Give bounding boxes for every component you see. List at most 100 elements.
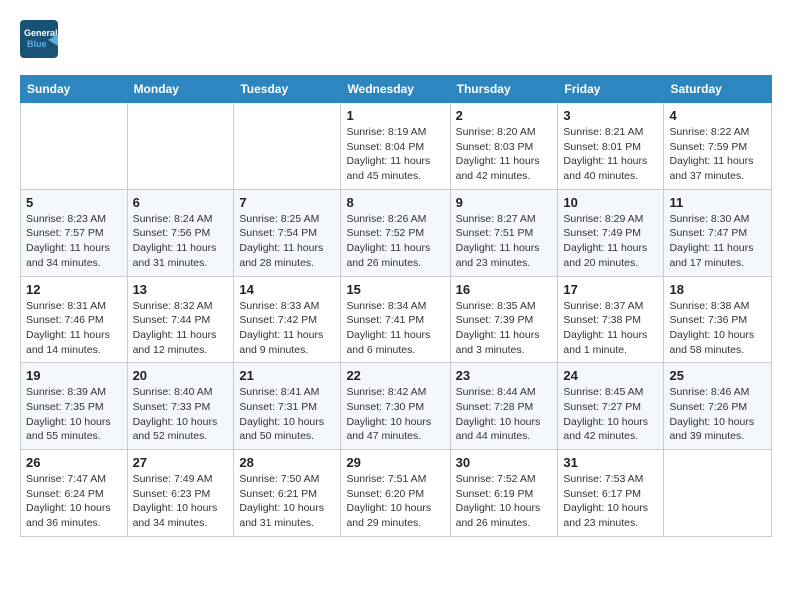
day-info: Sunrise: 8:27 AM Sunset: 7:51 PM Dayligh… bbox=[456, 212, 553, 271]
calendar-cell: 20 Sunrise: 8:40 AM Sunset: 7:33 PM Dayli… bbox=[127, 363, 234, 450]
day-number: 31 bbox=[563, 455, 658, 470]
calendar-cell bbox=[21, 103, 128, 190]
calendar-cell: 9 Sunrise: 8:27 AM Sunset: 7:51 PM Daylig… bbox=[450, 189, 558, 276]
calendar-cell: 12 Sunrise: 8:31 AM Sunset: 7:46 PM Dayli… bbox=[21, 276, 128, 363]
day-info: Sunrise: 7:50 AM Sunset: 6:21 PM Dayligh… bbox=[239, 472, 335, 531]
day-number: 14 bbox=[239, 282, 335, 297]
day-number: 1 bbox=[346, 108, 444, 123]
calendar-cell: 8 Sunrise: 8:26 AM Sunset: 7:52 PM Daylig… bbox=[341, 189, 450, 276]
calendar-cell: 15Sunrise: 8:34 AM Sunset: 7:41 PM Dayli… bbox=[341, 276, 450, 363]
day-info: Sunrise: 8:32 AM Sunset: 7:44 PM Dayligh… bbox=[133, 299, 229, 358]
day-number: 13 bbox=[133, 282, 229, 297]
logo: General Blue bbox=[20, 20, 58, 63]
calendar-cell: 6 Sunrise: 8:24 AM Sunset: 7:56 PM Daylig… bbox=[127, 189, 234, 276]
day-number: 21 bbox=[239, 368, 335, 383]
calendar-cell: 1 Sunrise: 8:19 AM Sunset: 8:04 PM Daylig… bbox=[341, 103, 450, 190]
day-info: Sunrise: 8:35 AM Sunset: 7:39 PM Dayligh… bbox=[456, 299, 553, 358]
calendar-cell: 10 Sunrise: 8:29 AM Sunset: 7:49 PM Dayli… bbox=[558, 189, 664, 276]
day-info: Sunrise: 8:39 AM Sunset: 7:35 PM Dayligh… bbox=[26, 385, 122, 444]
svg-text:General: General bbox=[24, 28, 58, 38]
calendar-cell: 24 Sunrise: 8:45 AM Sunset: 7:27 PM Dayli… bbox=[558, 363, 664, 450]
calendar-cell: 3 Sunrise: 8:21 AM Sunset: 8:01 PM Daylig… bbox=[558, 103, 664, 190]
day-info: Sunrise: 7:47 AM Sunset: 6:24 PM Dayligh… bbox=[26, 472, 122, 531]
day-info: Sunrise: 7:49 AM Sunset: 6:23 PM Dayligh… bbox=[133, 472, 229, 531]
calendar-table: SundayMondayTuesdayWednesdayThursdayFrid… bbox=[20, 75, 772, 537]
weekday-header-wednesday: Wednesday bbox=[341, 76, 450, 103]
calendar-cell: 11 Sunrise: 8:30 AM Sunset: 7:47 PM Dayli… bbox=[664, 189, 772, 276]
calendar-cell: 25 Sunrise: 8:46 AM Sunset: 7:26 PM Dayli… bbox=[664, 363, 772, 450]
calendar-cell: 7 Sunrise: 8:25 AM Sunset: 7:54 PM Daylig… bbox=[234, 189, 341, 276]
day-info: Sunrise: 8:34 AM Sunset: 7:41 PM Dayligh… bbox=[346, 299, 444, 358]
day-number: 28 bbox=[239, 455, 335, 470]
day-number: 25 bbox=[669, 368, 766, 383]
day-info: Sunrise: 8:42 AM Sunset: 7:30 PM Dayligh… bbox=[346, 385, 444, 444]
calendar-cell: 14 Sunrise: 8:33 AM Sunset: 7:42 PM Dayli… bbox=[234, 276, 341, 363]
day-number: 30 bbox=[456, 455, 553, 470]
day-number: 9 bbox=[456, 195, 553, 210]
calendar-cell: 19 Sunrise: 8:39 AM Sunset: 7:35 PM Dayli… bbox=[21, 363, 128, 450]
day-info: Sunrise: 8:37 AM Sunset: 7:38 PM Dayligh… bbox=[563, 299, 658, 358]
day-info: Sunrise: 8:19 AM Sunset: 8:04 PM Dayligh… bbox=[346, 125, 444, 184]
day-info: Sunrise: 8:30 AM Sunset: 7:47 PM Dayligh… bbox=[669, 212, 766, 271]
weekday-header-saturday: Saturday bbox=[664, 76, 772, 103]
weekday-header-monday: Monday bbox=[127, 76, 234, 103]
calendar-cell: 27 Sunrise: 7:49 AM Sunset: 6:23 PM Dayli… bbox=[127, 450, 234, 537]
day-info: Sunrise: 8:41 AM Sunset: 7:31 PM Dayligh… bbox=[239, 385, 335, 444]
day-info: Sunrise: 8:25 AM Sunset: 7:54 PM Dayligh… bbox=[239, 212, 335, 271]
day-number: 12 bbox=[26, 282, 122, 297]
day-info: Sunrise: 7:52 AM Sunset: 6:19 PM Dayligh… bbox=[456, 472, 553, 531]
day-number: 23 bbox=[456, 368, 553, 383]
day-number: 16 bbox=[456, 282, 553, 297]
day-number: 8 bbox=[346, 195, 444, 210]
calendar-cell: 5 Sunrise: 8:23 AM Sunset: 7:57 PM Daylig… bbox=[21, 189, 128, 276]
day-number: 26 bbox=[26, 455, 122, 470]
calendar-cell: 22 Sunrise: 8:42 AM Sunset: 7:30 PM Dayli… bbox=[341, 363, 450, 450]
weekday-header-friday: Friday bbox=[558, 76, 664, 103]
svg-text:Blue: Blue bbox=[27, 39, 47, 49]
calendar-cell: 31 Sunrise: 7:53 AM Sunset: 6:17 PM Dayli… bbox=[558, 450, 664, 537]
calendar-cell bbox=[234, 103, 341, 190]
day-number: 7 bbox=[239, 195, 335, 210]
day-info: Sunrise: 8:33 AM Sunset: 7:42 PM Dayligh… bbox=[239, 299, 335, 358]
day-info: Sunrise: 8:22 AM Sunset: 7:59 PM Dayligh… bbox=[669, 125, 766, 184]
day-info: Sunrise: 8:38 AM Sunset: 7:36 PM Dayligh… bbox=[669, 299, 766, 358]
day-number: 24 bbox=[563, 368, 658, 383]
day-info: Sunrise: 8:21 AM Sunset: 8:01 PM Dayligh… bbox=[563, 125, 658, 184]
calendar-cell bbox=[127, 103, 234, 190]
calendar-cell: 28 Sunrise: 7:50 AM Sunset: 6:21 PM Dayli… bbox=[234, 450, 341, 537]
day-number: 27 bbox=[133, 455, 229, 470]
weekday-header-sunday: Sunday bbox=[21, 76, 128, 103]
day-number: 18 bbox=[669, 282, 766, 297]
calendar-cell: 2 Sunrise: 8:20 AM Sunset: 8:03 PM Daylig… bbox=[450, 103, 558, 190]
day-number: 20 bbox=[133, 368, 229, 383]
calendar-cell: 30 Sunrise: 7:52 AM Sunset: 6:19 PM Dayli… bbox=[450, 450, 558, 537]
logo-icon: General Blue bbox=[20, 20, 58, 58]
calendar-cell: 13 Sunrise: 8:32 AM Sunset: 7:44 PM Dayli… bbox=[127, 276, 234, 363]
day-info: Sunrise: 8:29 AM Sunset: 7:49 PM Dayligh… bbox=[563, 212, 658, 271]
weekday-header-tuesday: Tuesday bbox=[234, 76, 341, 103]
day-number: 11 bbox=[669, 195, 766, 210]
day-info: Sunrise: 7:51 AM Sunset: 6:20 PM Dayligh… bbox=[346, 472, 444, 531]
day-info: Sunrise: 8:31 AM Sunset: 7:46 PM Dayligh… bbox=[26, 299, 122, 358]
day-number: 5 bbox=[26, 195, 122, 210]
day-info: Sunrise: 7:53 AM Sunset: 6:17 PM Dayligh… bbox=[563, 472, 658, 531]
day-number: 17 bbox=[563, 282, 658, 297]
calendar-cell: 17 Sunrise: 8:37 AM Sunset: 7:38 PM Dayli… bbox=[558, 276, 664, 363]
day-info: Sunrise: 8:40 AM Sunset: 7:33 PM Dayligh… bbox=[133, 385, 229, 444]
day-info: Sunrise: 8:46 AM Sunset: 7:26 PM Dayligh… bbox=[669, 385, 766, 444]
day-number: 2 bbox=[456, 108, 553, 123]
day-number: 22 bbox=[346, 368, 444, 383]
day-info: Sunrise: 8:23 AM Sunset: 7:57 PM Dayligh… bbox=[26, 212, 122, 271]
day-info: Sunrise: 8:44 AM Sunset: 7:28 PM Dayligh… bbox=[456, 385, 553, 444]
calendar-cell: 16 Sunrise: 8:35 AM Sunset: 7:39 PM Dayli… bbox=[450, 276, 558, 363]
calendar-cell: 26 Sunrise: 7:47 AM Sunset: 6:24 PM Dayli… bbox=[21, 450, 128, 537]
day-number: 10 bbox=[563, 195, 658, 210]
day-info: Sunrise: 8:24 AM Sunset: 7:56 PM Dayligh… bbox=[133, 212, 229, 271]
day-info: Sunrise: 8:20 AM Sunset: 8:03 PM Dayligh… bbox=[456, 125, 553, 184]
day-number: 6 bbox=[133, 195, 229, 210]
day-number: 4 bbox=[669, 108, 766, 123]
day-number: 19 bbox=[26, 368, 122, 383]
day-number: 3 bbox=[563, 108, 658, 123]
day-info: Sunrise: 8:26 AM Sunset: 7:52 PM Dayligh… bbox=[346, 212, 444, 271]
day-info: Sunrise: 8:45 AM Sunset: 7:27 PM Dayligh… bbox=[563, 385, 658, 444]
